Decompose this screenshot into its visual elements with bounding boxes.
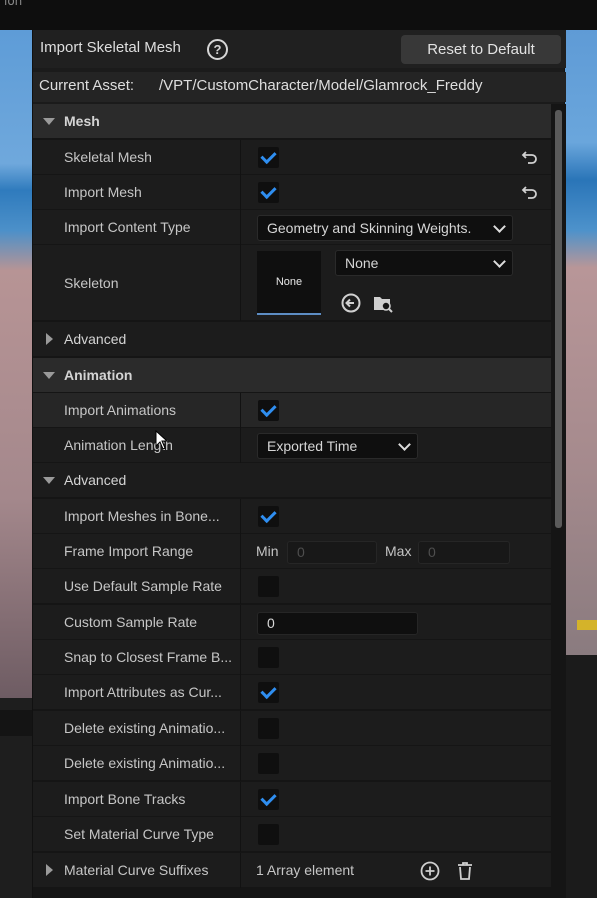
property-label: Custom Sample Rate <box>64 614 198 630</box>
subcategory-label: Advanced <box>64 331 127 347</box>
dropdown-value: Exported Time <box>267 438 358 454</box>
property-import-bone-tracks: Import Bone Tracks <box>33 782 551 817</box>
skeleton-asset-dropdown[interactable]: None <box>335 250 513 276</box>
collapse-arrow-icon[interactable] <box>43 477 55 484</box>
property-import-content-type: Import Content Type Geometry and Skinnin… <box>33 210 551 245</box>
add-element-icon[interactable] <box>419 860 441 882</box>
property-label: Import Bone Tracks <box>64 791 186 807</box>
category-label: Mesh <box>64 113 100 129</box>
details-panel: Mesh Skeletal Mesh Import Mesh Import Co… <box>33 104 551 898</box>
editor-panel-left <box>0 698 32 898</box>
dialog-header: Import Skeletal Mesh ? Reset to Default <box>33 30 566 68</box>
chevron-down-icon <box>493 220 506 233</box>
level-viewport-right <box>565 30 597 655</box>
current-asset-bar: Current Asset: /VPT/CustomCharacter/Mode… <box>33 72 566 102</box>
chevron-down-icon <box>398 438 411 451</box>
delete-existing-animation-checkbox-1[interactable] <box>258 718 279 739</box>
property-animation-length: Animation Length Exported Time <box>33 428 551 463</box>
reset-to-default-arrow-icon[interactable] <box>521 148 539 166</box>
import-content-type-dropdown[interactable]: Geometry and Skinning Weights. <box>257 215 513 241</box>
category-mesh[interactable]: Mesh <box>33 104 551 139</box>
property-custom-sample-rate: Custom Sample Rate 0 <box>33 605 551 640</box>
snap-to-closest-frame-checkbox[interactable] <box>258 647 279 668</box>
dialog-title: Import Skeletal Mesh <box>40 39 181 56</box>
browse-folder-icon[interactable] <box>372 292 394 314</box>
property-delete-existing-animation-1: Delete existing Animatio... <box>33 711 551 746</box>
property-frame-import-range: Frame Import Range Min 0 Max 0 <box>33 534 551 569</box>
dropdown-value: Geometry and Skinning Weights. <box>267 220 472 236</box>
property-label: Import Animations <box>64 402 177 418</box>
category-label: Animation <box>64 367 133 383</box>
animation-length-dropdown[interactable]: Exported Time <box>257 433 418 459</box>
property-set-material-curve-type: Set Material Curve Type <box>33 817 551 852</box>
mouse-cursor-icon <box>155 430 169 450</box>
collapse-arrow-icon[interactable] <box>43 372 55 379</box>
expand-arrow-icon[interactable] <box>46 333 53 345</box>
property-label: Skeletal Mesh <box>64 149 152 165</box>
property-label: Animation Length <box>64 437 173 453</box>
use-selected-asset-icon[interactable] <box>340 292 362 314</box>
property-label: Set Material Curve Type <box>64 826 214 842</box>
array-count: 1 Array element <box>256 862 355 878</box>
subcategory-label: Advanced <box>64 472 127 488</box>
property-label: Frame Import Range <box>64 543 194 559</box>
property-label: Import Attributes as Cur... <box>64 684 222 700</box>
property-import-animations: Import Animations <box>33 393 551 428</box>
reset-to-default-button[interactable]: Reset to Default <box>401 35 561 64</box>
current-asset-label: Current Asset: <box>39 77 135 94</box>
trash-icon[interactable] <box>454 860 476 882</box>
property-label: Import Mesh <box>64 184 142 200</box>
property-label: Material Curve Suffixes <box>64 862 209 878</box>
property-import-mesh: Import Mesh <box>33 175 551 210</box>
editor-panel-right <box>565 655 597 898</box>
max-label: Max <box>385 543 412 559</box>
property-skeleton: Skeleton None None <box>33 245 551 321</box>
details-scrollbar[interactable] <box>551 104 566 898</box>
import-skeletal-mesh-dialog: Import Skeletal Mesh ? Reset to Default … <box>32 30 566 898</box>
property-material-curve-suffixes: Material Curve Suffixes 1 Array element <box>33 853 551 888</box>
property-use-default-sample-rate: Use Default Sample Rate <box>33 569 551 604</box>
editor-top-bar: ion <box>0 0 597 30</box>
property-label: Use Default Sample Rate <box>64 578 222 594</box>
import-attributes-as-curves-checkbox[interactable] <box>258 682 279 703</box>
import-bone-tracks-checkbox[interactable] <box>258 789 279 810</box>
property-label: Import Content Type <box>64 219 191 235</box>
chevron-down-icon <box>493 255 506 268</box>
collapse-arrow-icon[interactable] <box>43 118 55 125</box>
set-material-curve-type-checkbox[interactable] <box>258 824 279 845</box>
property-delete-existing-animation-2: Delete existing Animatio... <box>33 746 551 781</box>
use-default-sample-rate-checkbox[interactable] <box>258 576 279 597</box>
property-import-attributes-as-curves: Import Attributes as Cur... <box>33 675 551 710</box>
property-skeletal-mesh: Skeletal Mesh <box>33 140 551 175</box>
scrollbar-thumb[interactable] <box>555 110 562 528</box>
min-label: Min <box>256 543 279 559</box>
skeleton-thumbnail[interactable]: None <box>257 251 321 315</box>
frame-range-min-input[interactable]: 0 <box>287 541 377 564</box>
custom-sample-rate-input[interactable]: 0 <box>257 612 418 635</box>
frame-range-max-input[interactable]: 0 <box>418 541 510 564</box>
skeletal-mesh-checkbox[interactable] <box>258 147 279 168</box>
dropdown-value: None <box>345 255 379 271</box>
property-label: Delete existing Animatio... <box>64 720 226 736</box>
subcategory-mesh-advanced[interactable]: Advanced <box>33 322 551 357</box>
property-snap-to-closest-frame-boundary: Snap to Closest Frame B... <box>33 640 551 675</box>
property-label: Snap to Closest Frame B... <box>64 649 233 665</box>
property-label: Import Meshes in Bone... <box>64 508 220 524</box>
question-circle-icon[interactable]: ? <box>207 39 228 60</box>
import-mesh-checkbox[interactable] <box>258 182 279 203</box>
subcategory-animation-advanced[interactable]: Advanced <box>33 463 551 498</box>
property-import-meshes-in-bone-hierarchy: Import Meshes in Bone... <box>33 499 551 534</box>
property-label: Delete existing Animatio... <box>64 755 226 771</box>
level-viewport-left <box>0 30 32 698</box>
expand-arrow-icon[interactable] <box>46 864 53 876</box>
category-animation[interactable]: Animation <box>33 358 551 393</box>
import-meshes-in-bone-checkbox[interactable] <box>258 506 279 527</box>
reset-to-default-arrow-icon[interactable] <box>521 183 539 201</box>
current-asset-path: /VPT/CustomCharacter/Model/Glamrock_Fred… <box>159 77 483 94</box>
delete-existing-animation-checkbox-2[interactable] <box>258 753 279 774</box>
property-label: Skeleton <box>64 275 119 291</box>
editor-top-text: ion <box>4 0 23 8</box>
import-animations-checkbox[interactable] <box>258 400 279 421</box>
